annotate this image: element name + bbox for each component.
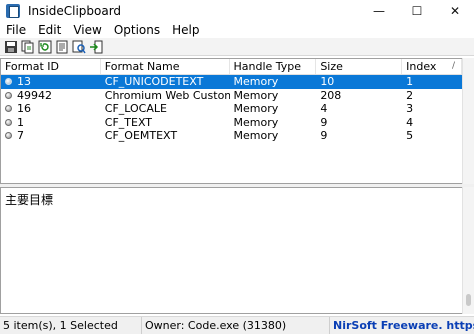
format-id: 7 — [17, 129, 24, 142]
clipboard-content-text: 主要目標 — [5, 193, 54, 207]
app-icon — [6, 4, 20, 18]
format-index: 5 — [406, 129, 414, 142]
format-bullet-icon — [5, 118, 12, 126]
find-icon[interactable] — [72, 40, 86, 54]
handle-type: Memory — [233, 115, 279, 129]
format-id: 1 — [17, 115, 24, 129]
clipboard-format-list[interactable]: Format ID Format Name Handle Type Size I… — [0, 58, 462, 184]
exit-icon[interactable] — [89, 40, 103, 54]
menu-view[interactable]: View — [67, 23, 107, 37]
handle-type: Memory — [233, 129, 279, 142]
column-header-format-id[interactable]: Format ID — [1, 59, 101, 74]
format-id: 13 — [17, 75, 31, 88]
menu-help[interactable]: Help — [166, 23, 205, 37]
format-bullet-icon — [5, 78, 12, 86]
table-row[interactable]: 49942 Chromium Web Custom MI... Memory 2… — [1, 89, 462, 103]
format-id: 49942 — [17, 88, 52, 102]
properties-icon[interactable] — [55, 40, 69, 54]
nirsoft-link[interactable]: NirSoft Freeware. https://w — [330, 319, 474, 332]
format-index: 1 — [406, 75, 414, 88]
status-bar: 5 item(s), 1 Selected Owner: Code.exe (3… — [0, 316, 474, 334]
format-size: 9 — [320, 115, 328, 129]
format-name: CF_TEXT — [104, 115, 153, 129]
menu-file[interactable]: File — [0, 23, 32, 37]
format-name: CF_LOCALE — [104, 102, 167, 115]
format-name: Chromium Web Custom MI... — [104, 88, 230, 102]
format-size: 10 — [320, 75, 335, 88]
handle-type: Memory — [233, 88, 279, 102]
format-index: 2 — [406, 88, 414, 102]
menu-options[interactable]: Options — [108, 23, 166, 37]
format-index: 3 — [406, 102, 414, 115]
status-item-count: 5 item(s), 1 Selected — [0, 316, 142, 334]
save-icon[interactable] — [4, 40, 18, 54]
column-header-format-name[interactable]: Format Name — [101, 59, 230, 74]
list-scrollbar[interactable] — [462, 58, 474, 184]
status-owner: Owner: Code.exe (31380) — [142, 316, 330, 334]
format-index: 4 — [406, 115, 414, 129]
clipboard-content-view[interactable]: 主要目標 — [0, 187, 462, 314]
table-row[interactable]: 16 CF_LOCALE Memory 4 3 — [1, 102, 462, 116]
table-row[interactable]: 13 CF_UNICODETEXT Memory 10 1 — [1, 75, 462, 89]
column-header-handle-type[interactable]: Handle Type — [230, 59, 317, 74]
table-row[interactable]: 1 CF_TEXT Memory 9 4 — [1, 116, 462, 130]
format-size: 208 — [320, 88, 342, 102]
content-scrollbar[interactable] — [462, 187, 474, 314]
title-bar: InsideClipboard — ☐ ✕ — [0, 0, 474, 22]
column-header-size[interactable]: Size — [316, 59, 403, 74]
column-header-index[interactable]: Index / — [402, 59, 462, 74]
scrollbar-thumb[interactable] — [466, 294, 471, 306]
menu-edit[interactable]: Edit — [32, 23, 67, 37]
format-name: CF_UNICODETEXT — [104, 75, 204, 88]
handle-type: Memory — [233, 75, 279, 88]
sort-indicator-icon: / — [451, 61, 455, 71]
table-row[interactable]: 7 CF_OEMTEXT Memory 9 5 — [1, 129, 462, 143]
format-bullet-icon — [5, 105, 12, 113]
close-button[interactable]: ✕ — [436, 0, 474, 22]
format-bullet-icon — [5, 91, 12, 99]
format-id: 16 — [17, 102, 31, 115]
maximize-button[interactable]: ☐ — [398, 0, 436, 22]
format-name: CF_OEMTEXT — [104, 129, 178, 142]
column-header-index-label: Index — [406, 60, 437, 73]
format-bullet-icon — [5, 132, 12, 140]
window-controls: — ☐ ✕ — [360, 0, 474, 22]
list-header: Format ID Format Name Handle Type Size I… — [1, 59, 462, 75]
handle-type: Memory — [233, 102, 279, 115]
format-size: 9 — [320, 129, 328, 142]
copy-icon[interactable] — [21, 40, 35, 54]
menu-bar: File Edit View Options Help — [0, 22, 474, 38]
minimize-button[interactable]: — — [360, 0, 398, 22]
format-size: 4 — [320, 102, 328, 115]
refresh-icon[interactable] — [38, 40, 52, 54]
toolbar — [0, 38, 474, 56]
window-title: InsideClipboard — [28, 4, 122, 18]
